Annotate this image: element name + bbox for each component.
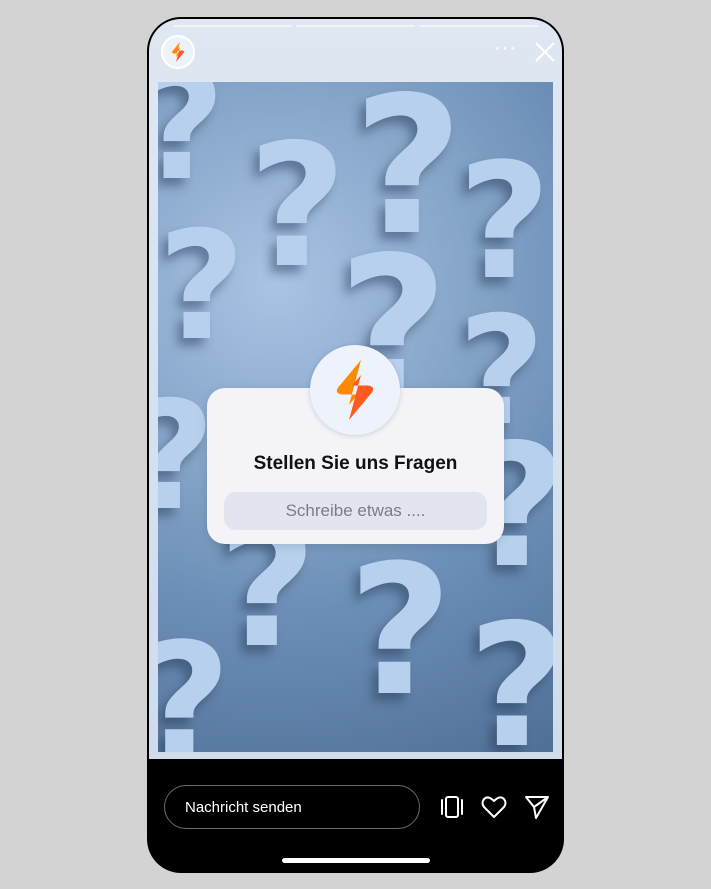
profile-avatar[interactable] (161, 35, 195, 69)
stack-icon[interactable] (438, 793, 466, 821)
send-icon[interactable] (523, 793, 551, 821)
heart-icon[interactable] (480, 793, 508, 821)
question-mark-decoration: ? (158, 622, 231, 753)
question-mark-decoration: ? (158, 200, 246, 374)
question-mark-decoration: ? (468, 602, 553, 752)
story-progress (173, 25, 538, 27)
question-mark-decoration: ? (458, 128, 551, 315)
send-message-input[interactable]: Nachricht senden (164, 785, 420, 829)
question-mark-decoration: ? (348, 527, 453, 736)
progress-segment (173, 25, 292, 27)
progress-segment (296, 25, 415, 27)
brand-logo-icon (171, 42, 185, 62)
question-mark-decoration: ? (248, 108, 347, 306)
home-indicator (282, 858, 430, 863)
sticker-title: Stellen Sie uns Fragen (253, 453, 458, 474)
sticker-avatar (310, 345, 400, 435)
more-options-icon[interactable]: ··· (494, 37, 517, 60)
close-icon[interactable] (534, 41, 556, 63)
sticker-answer-input[interactable]: Schreibe etwas .... (224, 492, 487, 530)
progress-segment (419, 25, 538, 27)
brand-logo-icon (336, 360, 374, 420)
question-mark-decoration: ? (158, 82, 225, 202)
